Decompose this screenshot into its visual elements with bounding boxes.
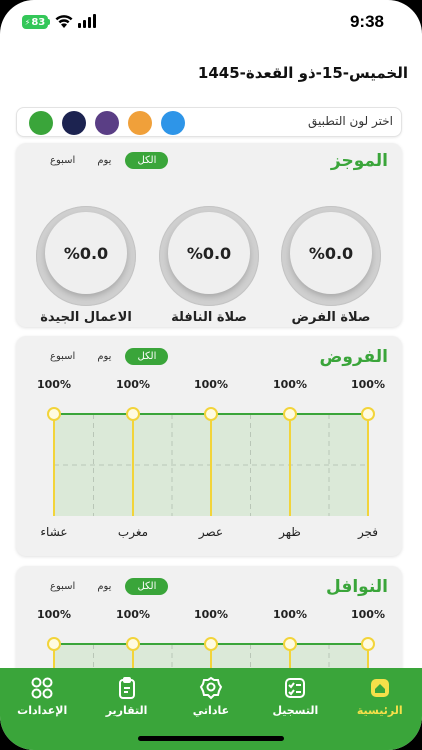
color-picker-label: اختر لون التطبيق: [308, 114, 393, 128]
gauge-value: %0.0: [290, 212, 372, 294]
data-point: [204, 407, 218, 421]
gauge-good-deeds: %0.0 الاعمال الجيدة: [36, 206, 136, 325]
home-icon: [370, 679, 389, 697]
data-point: [126, 407, 140, 421]
grid-icon: [31, 677, 53, 699]
data-point: [361, 637, 375, 651]
data-label: 100%: [194, 378, 228, 391]
data-label: 100%: [116, 378, 150, 391]
data-label: 100%: [351, 378, 385, 391]
nav-home[interactable]: الرئيسية: [345, 676, 415, 750]
gauge-label: صلاة الفرض: [291, 310, 371, 325]
data-point: [47, 637, 61, 651]
data-point: [283, 637, 297, 651]
color-swatch-blue[interactable]: [161, 111, 185, 135]
data-label: 100%: [273, 608, 307, 621]
data-point: [47, 407, 61, 421]
gauge-label: صلاة النافلة: [171, 310, 247, 325]
x-tick-label: مغرب: [118, 525, 148, 540]
gauge-value: %0.0: [45, 212, 127, 294]
data-label: 100%: [37, 378, 71, 391]
nav-label: الإعدادات: [17, 704, 68, 717]
nav-label: عاداتي: [192, 704, 230, 717]
tab-week[interactable]: اسبوع: [42, 152, 83, 169]
tab-day[interactable]: يوم: [89, 152, 119, 169]
x-tick-label: فجر: [357, 525, 378, 540]
gauge-value: %0.0: [168, 212, 250, 294]
nav-label: الرئيسية: [356, 704, 403, 717]
theme-color-picker: اختر لون التطبيق: [16, 107, 402, 137]
battery-cap: [48, 19, 50, 25]
wifi-icon: [55, 15, 73, 28]
gauge-label: الاعمال الجيدة: [40, 310, 132, 325]
nav-settings[interactable]: الإعدادات: [7, 676, 77, 750]
fard-chart: 100% 100% 100% 100% 100% فجر ظهر عصر مغرب عشاء: [37, 378, 385, 540]
data-label: 100%: [37, 608, 71, 621]
status-bar: ⚡ 83 9:38: [0, 0, 422, 44]
color-swatch-orange[interactable]: [128, 111, 152, 135]
data-label: 100%: [273, 378, 307, 391]
data-label: 100%: [194, 608, 228, 621]
color-swatch-purple[interactable]: [95, 111, 119, 135]
x-tick-label: ظهر: [278, 525, 301, 540]
data-label: 100%: [351, 608, 385, 621]
summary-card: الموجز الكل يوم اسبوع %0.0 صلاة الفرض %0…: [16, 143, 402, 327]
hijri-date: الخميس-15-ذو القعدة-1445: [197, 64, 408, 82]
x-tick-label: عصر: [198, 525, 223, 540]
clock: 9:38: [349, 12, 384, 31]
x-tick-label: عشاء: [40, 525, 67, 539]
data-point: [204, 637, 218, 651]
data-point: [126, 637, 140, 651]
clipboard-icon: [118, 677, 135, 699]
summary-title: الموجز: [330, 151, 388, 171]
signal-icon: [78, 14, 96, 28]
color-swatch-green[interactable]: [29, 111, 53, 135]
gauge-fard: %0.0 صلاة الفرض: [281, 206, 381, 325]
data-point: [283, 407, 297, 421]
fard-card: الفروض الكل يوم اسبوع 100% 100% 100% 100% 10…: [16, 336, 402, 556]
app-screen: ⚡ 83 9:38 الخميس-15-ذو القعدة-1445 اختر ل…: [0, 0, 422, 750]
nav-label: التسجيل: [272, 704, 319, 717]
summary-tabs: الكل يوم اسبوع: [42, 152, 169, 169]
tab-all[interactable]: الكل: [125, 152, 169, 169]
gauge-nafila: %0.0 صلاة النافلة: [159, 206, 259, 325]
badge-icon: [199, 676, 223, 700]
checklist-icon: [285, 678, 306, 698]
home-indicator: [138, 736, 284, 741]
nav-label: التقارير: [105, 704, 148, 717]
data-label: 100%: [116, 608, 150, 621]
data-point: [361, 407, 375, 421]
color-swatch-navy[interactable]: [62, 111, 86, 135]
battery-indicator: ⚡ 83: [22, 15, 48, 29]
